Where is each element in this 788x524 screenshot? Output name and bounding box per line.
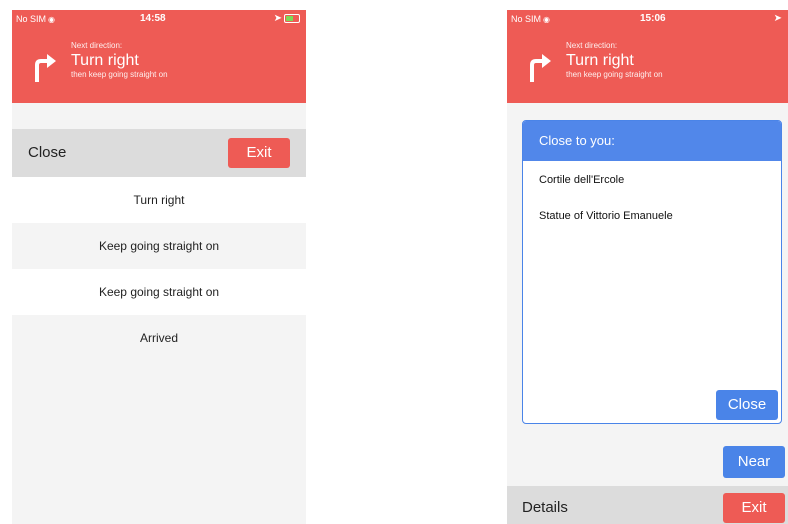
turn-right-arrow-icon	[35, 54, 56, 82]
exit-button[interactable]: Exit	[228, 138, 290, 168]
direction-title: Turn right	[566, 52, 634, 69]
step-item: Turn right	[133, 193, 185, 207]
direction-header: No SIM ◉ 15:06 ➤ Next direction: Turn rig…	[507, 10, 788, 103]
status-right-group: ➤	[274, 13, 300, 24]
modal-title: Close to you:	[523, 121, 781, 161]
status-right-group: ➤	[774, 13, 782, 24]
modal-close-button[interactable]: Close	[716, 390, 778, 420]
status-carrier-group: No SIM ◉	[16, 14, 55, 24]
wifi-icon: ◉	[543, 15, 550, 24]
wifi-icon: ◉	[48, 15, 55, 24]
steps-toolbar: Close Exit	[12, 129, 306, 177]
nearby-item[interactable]: Statue of Vittorio Emanuele	[539, 210, 673, 222]
direction-label: Next direction:	[566, 41, 618, 50]
direction-label: Next direction:	[71, 41, 123, 50]
direction-text: Next direction: Turn right then keep goi…	[71, 41, 168, 79]
direction-subtitle: then keep going straight on	[71, 70, 168, 79]
direction-title: Turn right	[71, 52, 139, 69]
carrier-label: No SIM	[511, 14, 542, 24]
phone-screen-navigation-steps: No SIM ◉ 14:58 ➤ Next direction: Turn rig…	[12, 10, 306, 524]
step-item: Arrived	[12, 315, 306, 361]
location-arrow-icon: ➤	[273, 13, 282, 24]
status-carrier-group: No SIM ◉	[511, 14, 550, 24]
nearby-modal: Close to you: Cortile dell'Ercole Statue…	[522, 120, 782, 424]
nearby-item[interactable]: Cortile dell'Ercole	[539, 174, 624, 186]
step-item: Keep going straight on	[98, 285, 220, 299]
near-button[interactable]: Near	[723, 446, 785, 478]
direction-text: Next direction: Turn right then keep goi…	[566, 41, 663, 79]
status-bar: No SIM ◉ 14:58 ➤	[12, 10, 306, 28]
status-time: 15:06	[640, 13, 666, 24]
close-button[interactable]: Close	[28, 144, 66, 161]
turn-right-arrow-icon	[530, 54, 551, 82]
location-arrow-icon: ➤	[773, 13, 782, 24]
direction-header: No SIM ◉ 14:58 ➤ Next direction: Turn rig…	[12, 10, 306, 103]
exit-button[interactable]: Exit	[723, 493, 785, 523]
carrier-label: No SIM	[16, 14, 47, 24]
direction-subtitle: then keep going straight on	[566, 70, 663, 79]
step-item: Keep going straight on	[12, 223, 306, 269]
details-toolbar: Details Exit	[507, 486, 788, 524]
status-time: 14:58	[140, 13, 166, 24]
status-bar: No SIM ◉ 15:06 ➤	[507, 10, 788, 28]
spacer	[12, 103, 306, 129]
battery-charging-icon	[284, 13, 300, 23]
phone-screen-nearby: No SIM ◉ 15:06 ➤ Next direction: Turn rig…	[507, 10, 788, 524]
empty-list-area	[12, 361, 306, 524]
details-button[interactable]: Details	[522, 499, 568, 516]
